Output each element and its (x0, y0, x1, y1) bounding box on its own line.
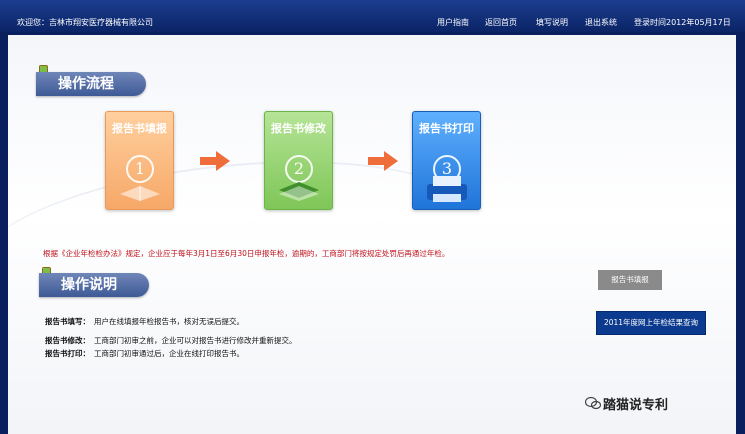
main-panel: 操作流程 报告书填报 1 报告书修改 2 报告书打印 3 根据《企业年检检办法》… (8, 35, 736, 434)
help-row-modify: 报告书修改： 工商部门初审之前，企业可以对报告书进行修改并重新提交。 (45, 335, 297, 346)
help-row-fill: 报告书填写： 用户在线填报年检报告书，核对无误后提交。 (45, 316, 244, 327)
annual-inspection-notice: 根据《企业年检检办法》规定，企业应于每年3月1日至6月30日申报年检，逾期的，工… (43, 249, 450, 258)
help-desc: 工商部门初审通过后，企业在线打印报告书。 (94, 349, 244, 358)
step-print-label: 报告书打印 (419, 122, 474, 135)
login-time: 登录时间2012年05月17日 (634, 18, 731, 27)
nav-user-guide-link[interactable]: 用户指南 (437, 17, 469, 28)
top-bar: 欢迎您：吉林市翔安医疗器械有限公司 用户指南 返回首页 填写说明 退出系统 登录… (0, 0, 745, 32)
help-term: 报告书打印： (45, 349, 90, 358)
report-fill-side-button[interactable]: 报告书填报 (598, 270, 662, 290)
nav-home-link[interactable]: 返回首页 (485, 17, 517, 28)
annual-result-query-button[interactable]: 2011年度网上年检结果查询 (596, 311, 706, 335)
help-row-print: 报告书打印： 工商部门初审通过后，企业在线打印报告书。 (45, 348, 244, 359)
nav-fill-instructions-link[interactable]: 填写说明 (536, 17, 568, 28)
book-stack-icon (279, 182, 319, 201)
step-modify-report-button[interactable]: 报告书修改 2 (264, 111, 333, 210)
help-desc: 工商部门初审之前，企业可以对报告书进行修改并重新提交。 (94, 336, 297, 345)
step-fill-label: 报告书填报 (112, 122, 167, 135)
printer-icon (427, 176, 467, 202)
welcome-text: 欢迎您：吉林市翔安医疗器械有限公司 (17, 18, 153, 27)
arrow-right-icon (368, 151, 398, 171)
step-fill-report-button[interactable]: 报告书填报 1 (105, 111, 174, 210)
step-modify-label: 报告书修改 (271, 122, 326, 135)
nav-logout-link[interactable]: 退出系统 (585, 17, 617, 28)
step-print-report-button[interactable]: 报告书打印 3 (412, 111, 481, 210)
process-section-title: 操作流程 (36, 72, 146, 96)
arrow-right-icon (200, 151, 230, 171)
help-term: 报告书填写： (45, 317, 90, 326)
help-section-title: 操作说明 (39, 273, 149, 297)
step-1-number: 1 (126, 155, 154, 183)
wechat-icon (585, 396, 601, 410)
help-term: 报告书修改： (45, 336, 90, 345)
help-desc: 用户在线填报年检报告书，核对无误后提交。 (94, 317, 244, 326)
book-icon (120, 186, 160, 201)
watermark-text: 踏猫说专利 (603, 398, 669, 413)
